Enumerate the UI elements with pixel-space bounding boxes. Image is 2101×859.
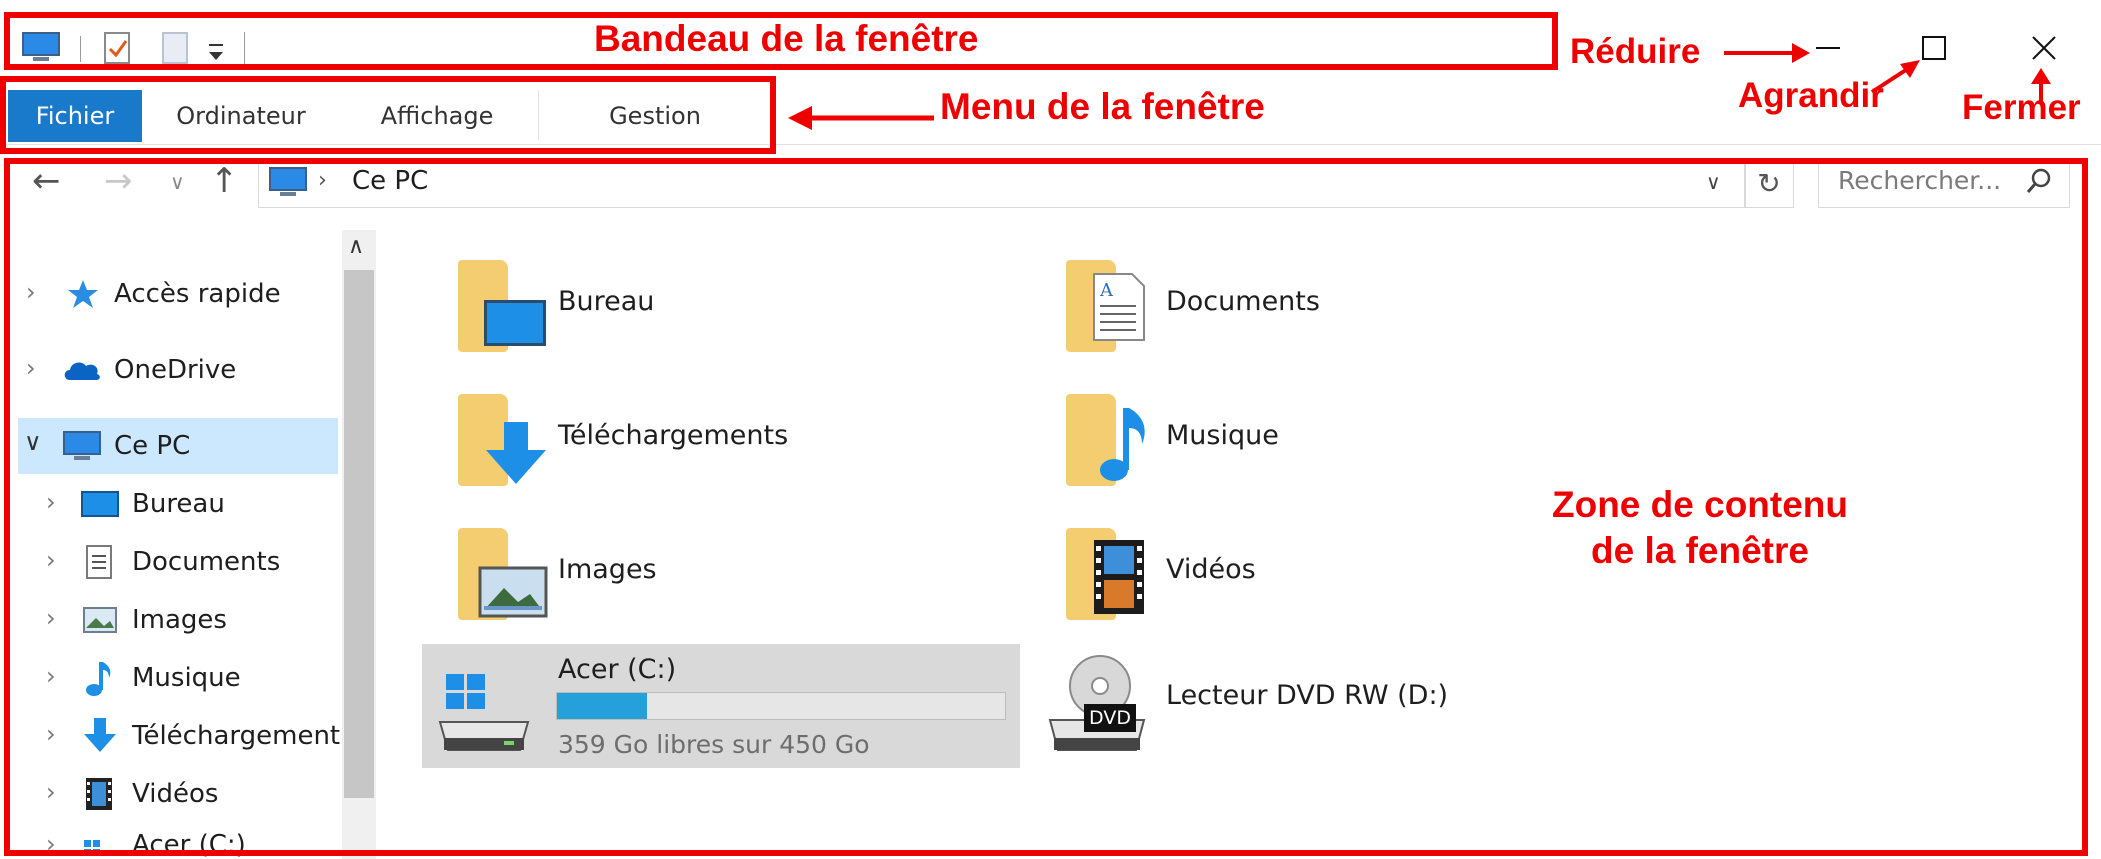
annotation-reduire: Réduire [1570,32,1701,71]
annotation-box-menu [0,76,776,154]
minimize-icon [1816,47,1840,49]
arrow-right-icon [1724,43,1810,63]
annotation-agrandir: Agrandir [1738,76,1884,115]
maximize-icon [1922,36,1946,60]
arrow-up-right-icon [1870,60,1920,94]
annotation-menu: Menu de la fenêtre [940,86,1265,127]
arrow-up-icon [2031,68,2051,104]
annotation-zone-line2: de la fenêtre [1591,530,1809,571]
close-icon [2032,36,2056,60]
annotation-bandeau: Bandeau de la fenêtre [594,18,979,59]
annotation-zone-line1: Zone de contenu [1552,484,1848,525]
annotation-fermer: Fermer [1962,88,2081,127]
arrow-left-icon [788,106,934,130]
